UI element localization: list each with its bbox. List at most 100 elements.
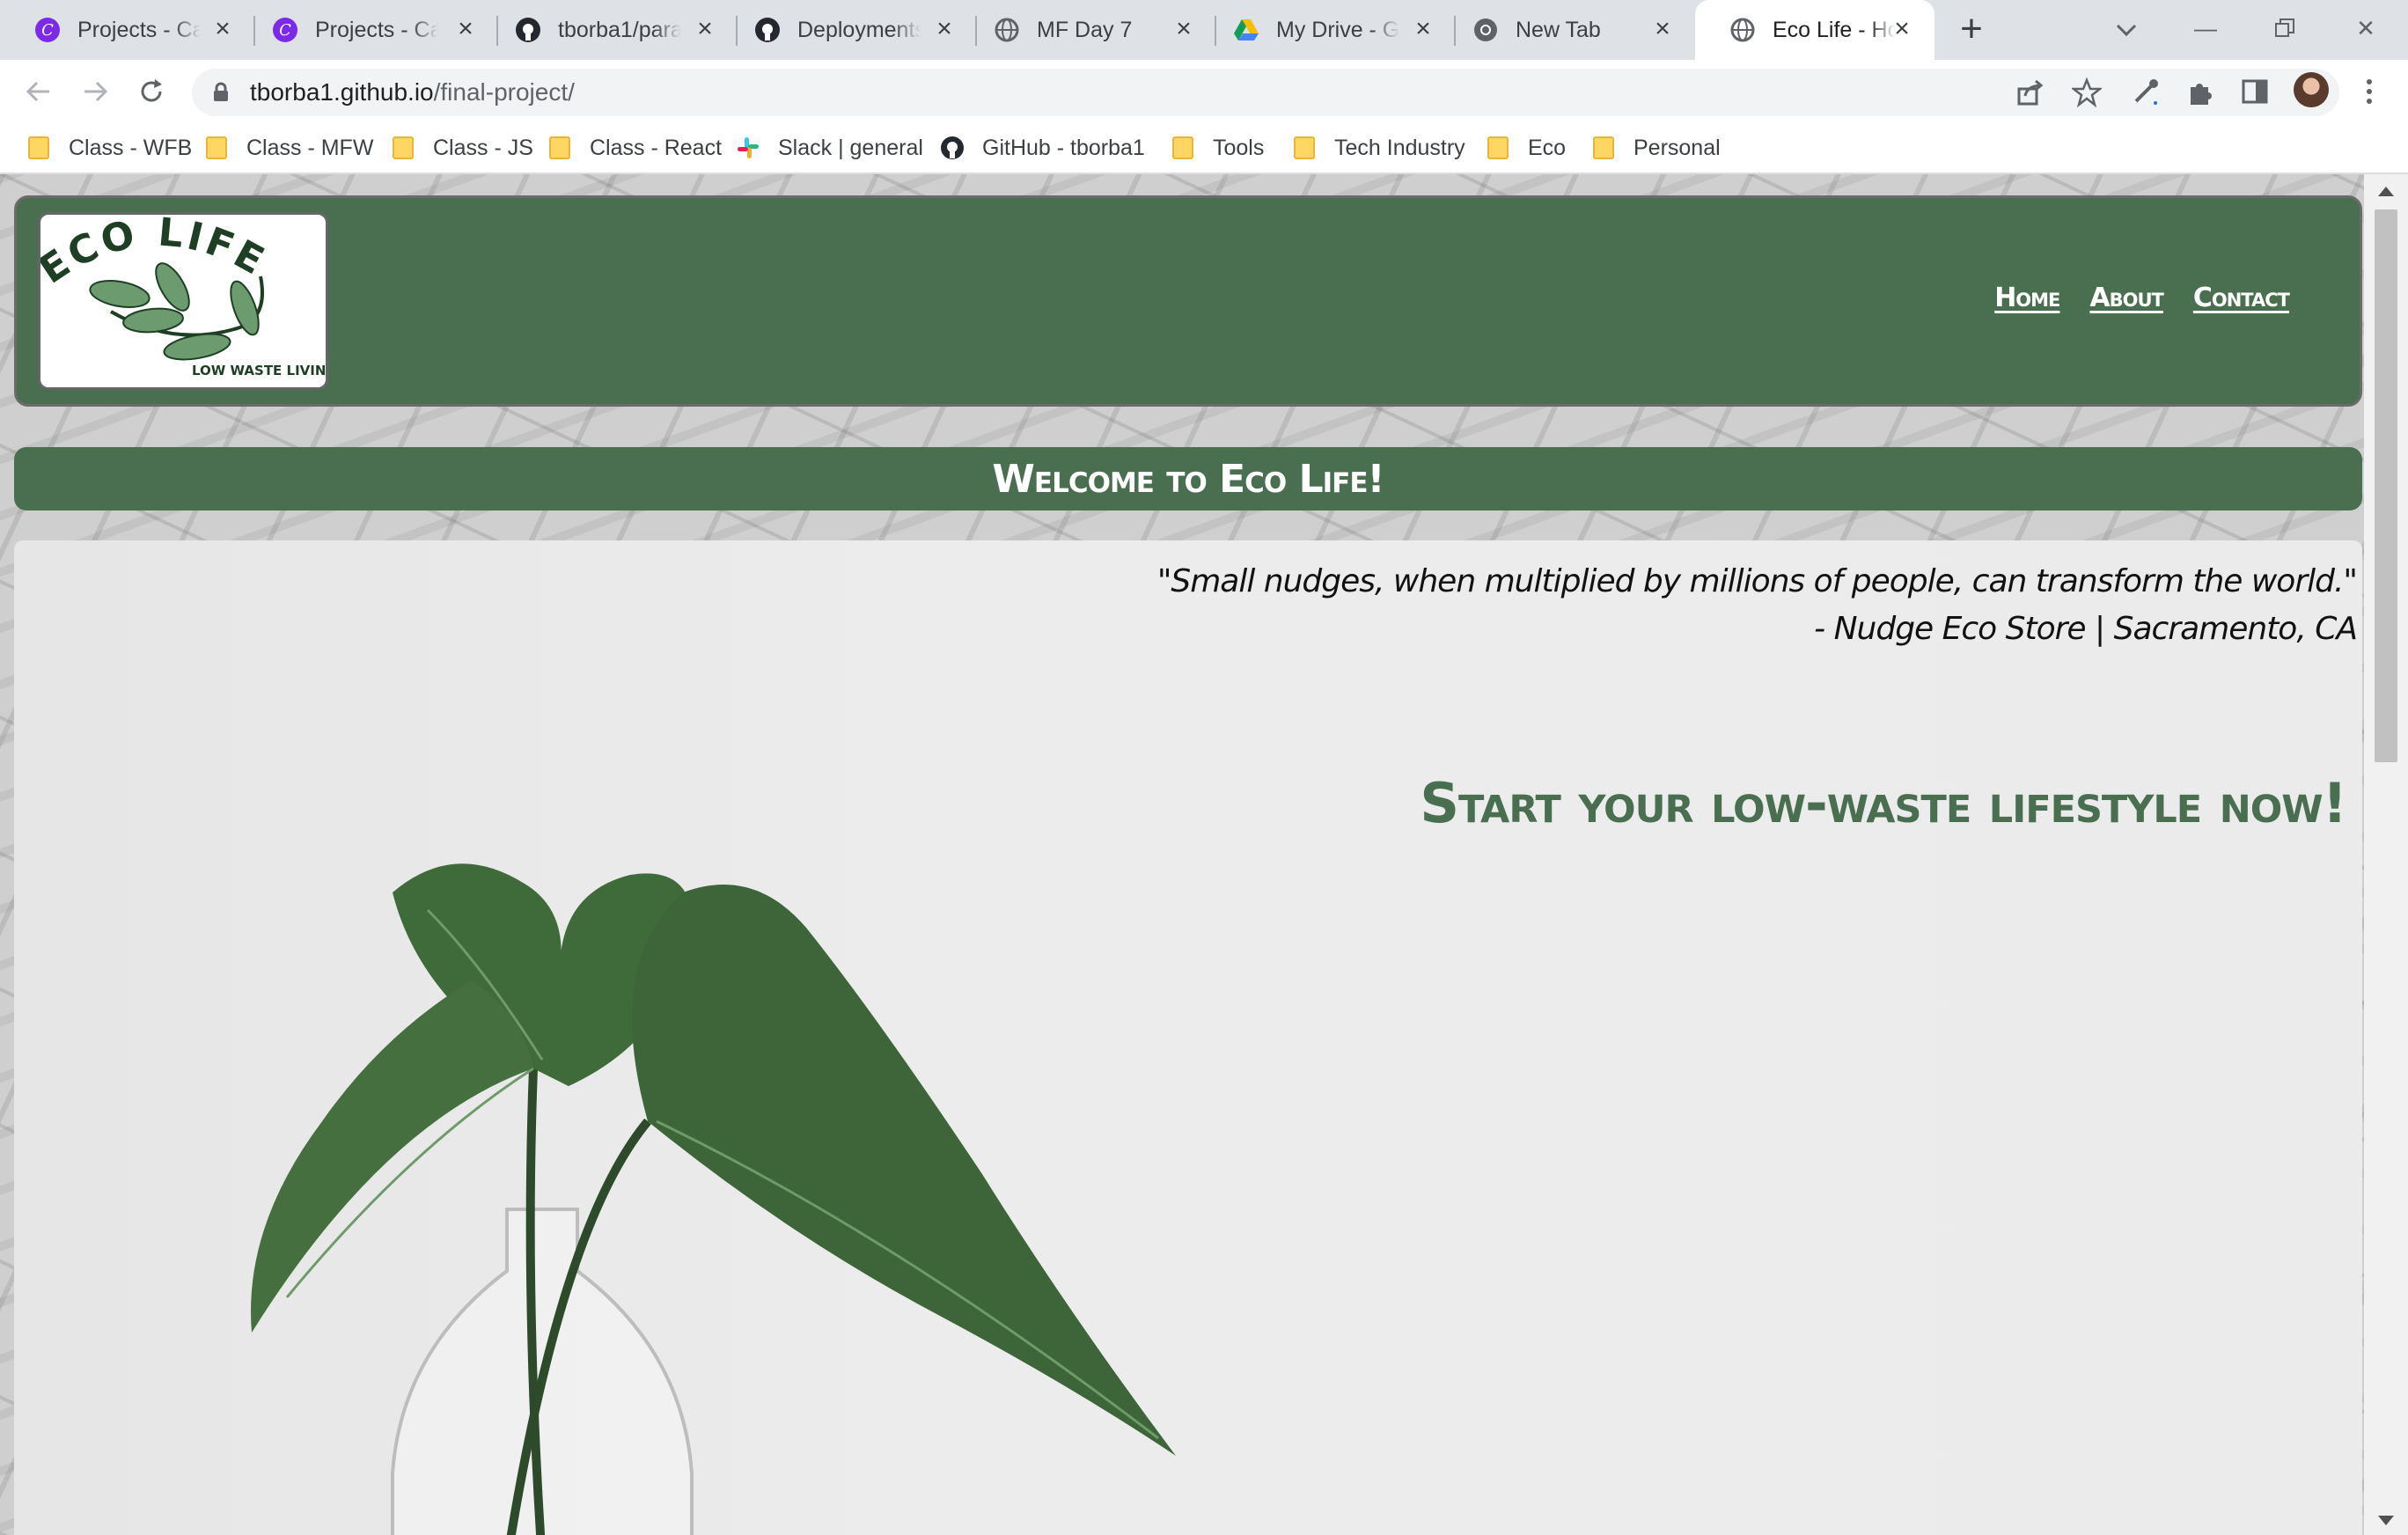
- url-path: /final-project/: [433, 78, 575, 106]
- github-icon: [753, 16, 782, 44]
- bookmark-label: Slack | general: [778, 135, 923, 160]
- bookmark-folder[interactable]: Tech Industry: [1294, 123, 1465, 173]
- bookmark-folder[interactable]: Class - WFB: [28, 123, 192, 173]
- page-scrollbar[interactable]: [2364, 174, 2408, 1535]
- eyedropper-extension-icon[interactable]: [2126, 72, 2165, 111]
- canva-icon: C: [271, 16, 299, 44]
- slack-icon: [736, 136, 760, 160]
- tab-close-icon[interactable]: ×: [209, 16, 236, 42]
- globe-icon: [993, 16, 1021, 44]
- folder-icon: [1487, 136, 1509, 159]
- bookmark-label: Eco: [1528, 135, 1567, 160]
- tab-close-icon[interactable]: ×: [1171, 16, 1197, 42]
- restore-icon[interactable]: [2258, 9, 2311, 48]
- tab-close-icon[interactable]: ×: [1889, 16, 1915, 42]
- welcome-heading: Welcome to Eco Life!: [992, 456, 1384, 502]
- tab-5[interactable]: MF Day 7 ×: [959, 0, 1216, 60]
- quote-attribution: - Nudge Eco Store | Sacramento, CA: [1814, 611, 2358, 647]
- tab-title: Deployments: [797, 17, 921, 42]
- tab-7[interactable]: New Tab ×: [1438, 0, 1695, 60]
- close-window-icon[interactable]: ✕: [2339, 9, 2392, 48]
- url-text[interactable]: tborba1.github.io/final-project/: [250, 78, 575, 106]
- tab-8-active[interactable]: Eco Life - Home ×: [1695, 0, 1934, 60]
- bookmark-label: Personal: [1633, 135, 1721, 160]
- forward-arrow-icon[interactable]: [76, 72, 114, 111]
- nav-contact-link[interactable]: Contact: [2193, 283, 2290, 313]
- bookmark-star-icon[interactable]: [2072, 77, 2102, 107]
- reload-icon[interactable]: [132, 72, 171, 111]
- hero-quote: "Small nudges, when multiplied by millio…: [1156, 558, 2358, 653]
- canva-icon: C: [33, 16, 62, 44]
- tab-search-chevron-icon[interactable]: [2111, 14, 2142, 46]
- menu-kebab-icon[interactable]: [2350, 72, 2389, 111]
- bookmark-folder[interactable]: Class - React: [549, 123, 722, 173]
- bookmark-label: Class - JS: [433, 135, 533, 160]
- hero-cta-heading: Start your low-waste lifestyle now!: [1420, 771, 2347, 835]
- github-icon: [514, 16, 542, 44]
- bookmark-folder[interactable]: Class - JS: [393, 123, 533, 173]
- bookmark-folder[interactable]: Tools: [1172, 123, 1264, 173]
- folder-icon: [28, 136, 49, 159]
- bookmark-label: Tools: [1213, 135, 1265, 160]
- bookmark-folder[interactable]: Personal: [1593, 123, 1721, 173]
- scroll-down-arrow-icon[interactable]: [2378, 1516, 2394, 1525]
- bookmarks-bar: Class - WFB Class - MFW Class - JS Class…: [0, 123, 2408, 174]
- bookmark-github[interactable]: GitHub - tborba1: [940, 123, 1145, 173]
- welcome-banner: Welcome to Eco Life!: [14, 447, 2362, 510]
- bookmark-label: Class - React: [590, 135, 723, 160]
- eco-life-logo[interactable]: ECO LIFE LOW WASTE LIVING: [38, 212, 328, 390]
- nav-about-link[interactable]: About: [2089, 283, 2163, 313]
- tab-6[interactable]: My Drive - Google Drive ×: [1199, 0, 1456, 60]
- bookmark-label: GitHub - tborba1: [982, 135, 1145, 160]
- bookmark-label: Tech Industry: [1334, 135, 1465, 160]
- chrome-icon: [1472, 16, 1500, 44]
- tab-strip: C Projects - Canva × C Projects - Canva …: [0, 0, 2408, 60]
- folder-icon: [206, 136, 227, 159]
- tab-2[interactable]: C Projects - Canva ×: [238, 0, 498, 60]
- address-bar[interactable]: tborba1.github.io/final-project/: [192, 69, 2339, 116]
- svg-text:C: C: [279, 21, 291, 40]
- bookmark-slack[interactable]: Slack | general: [736, 123, 923, 173]
- svg-text:C: C: [41, 21, 54, 40]
- bookmark-folder[interactable]: Class - MFW: [206, 123, 373, 173]
- tab-close-icon[interactable]: ×: [1649, 16, 1676, 42]
- tab-close-icon[interactable]: ×: [1410, 16, 1436, 42]
- tab-title: My Drive - Google Drive: [1276, 17, 1399, 42]
- tab-title: New Tab: [1516, 17, 1601, 42]
- google-drive-icon: [1232, 16, 1260, 44]
- folder-icon: [1593, 136, 1614, 159]
- tab-close-icon[interactable]: ×: [692, 16, 718, 42]
- back-arrow-icon[interactable]: [19, 72, 58, 111]
- browser-toolbar: tborba1.github.io/final-project/: [0, 60, 2408, 123]
- side-panel-icon[interactable]: [2235, 72, 2274, 111]
- tab-close-icon[interactable]: ×: [452, 16, 479, 42]
- hero-section: "Small nudges, when multiplied by millio…: [14, 540, 2362, 1535]
- share-icon[interactable]: [2015, 77, 2045, 107]
- scroll-up-arrow-icon[interactable]: [2378, 187, 2394, 196]
- quote-text: "Small nudges, when multiplied by millio…: [1156, 563, 2358, 599]
- new-tab-icon[interactable]: +: [1954, 10, 1989, 48]
- tab-close-icon[interactable]: ×: [931, 16, 958, 42]
- tab-4[interactable]: Deployments ×: [720, 0, 977, 60]
- profile-avatar[interactable]: [2294, 72, 2329, 107]
- folder-icon: [393, 136, 414, 159]
- tab-title: Eco Life - Home: [1773, 17, 1896, 42]
- tab-title: Projects - Canva: [77, 17, 201, 42]
- lock-icon[interactable]: [211, 82, 231, 107]
- logo-tagline: LOW WASTE LIVING: [192, 363, 328, 378]
- tab-3[interactable]: tborba1/parallax ×: [481, 0, 738, 60]
- tab-1[interactable]: C Projects - Canva ×: [0, 0, 255, 60]
- folder-icon: [549, 136, 570, 159]
- plant-vase-image: [251, 863, 1176, 1535]
- tab-title: MF Day 7: [1037, 17, 1133, 42]
- extensions-puzzle-icon[interactable]: [2181, 72, 2220, 111]
- nav-home-link[interactable]: Home: [1994, 283, 2060, 313]
- site-header: ECO LIFE LOW WASTE LIVING Home About Con…: [14, 195, 2362, 407]
- bookmark-folder[interactable]: Eco: [1487, 123, 1566, 173]
- scroll-thumb[interactable]: [2375, 209, 2397, 762]
- page-viewport: ECO LIFE LOW WASTE LIVING Home About Con…: [0, 174, 2364, 1535]
- url-host: tborba1.github.io: [250, 78, 434, 106]
- site-nav: Home About Contact: [1994, 283, 2290, 313]
- minimize-icon[interactable]: —: [2179, 9, 2232, 48]
- folder-icon: [1294, 136, 1315, 159]
